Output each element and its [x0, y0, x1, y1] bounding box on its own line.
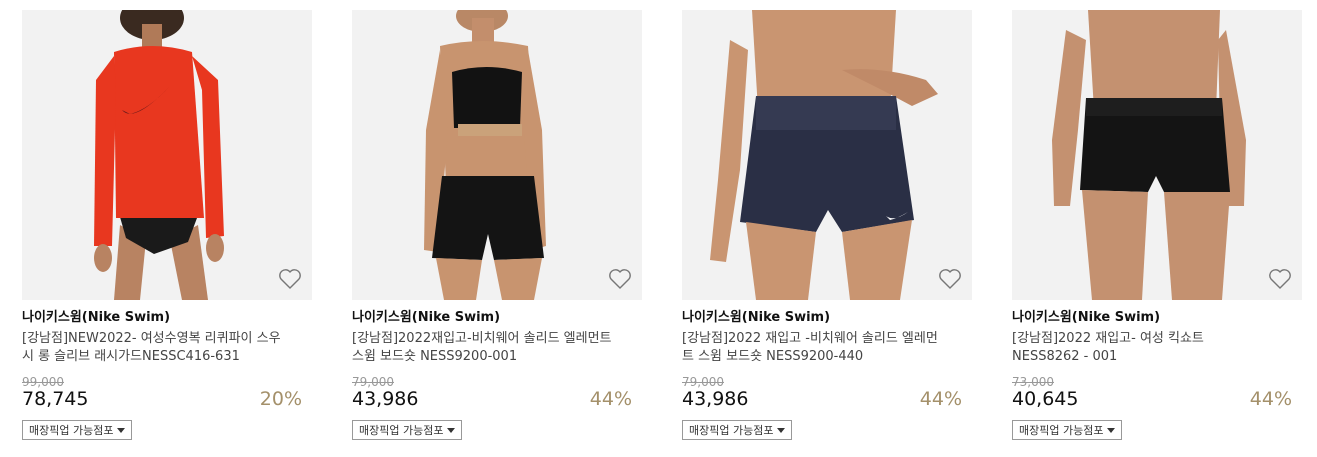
brand-name[interactable]: 나이키스윔(Nike Swim): [1012, 310, 1302, 326]
product-name[interactable]: [강남점]2022 재입고 -비치웨어 솔리드 엘레먼트 스윔 보드숏 NESS…: [682, 330, 942, 366]
store-pickup-dropdown[interactable]: 매장픽업 가능점포: [22, 420, 133, 440]
product-card[interactable]: 나이키스윔(Nike Swim) [강남점]2022 재입고 -비치웨어 솔리드…: [682, 10, 972, 440]
product-name[interactable]: [강남점]NEW2022- 여성수영복 리퀴파이 스우시 롱 슬리브 래시가드N…: [22, 330, 282, 366]
original-price: 79,000: [352, 375, 394, 389]
product-name[interactable]: [강남점]2022 재입고- 여성 킥쇼트 NESS8262 - 001: [1012, 330, 1272, 366]
heart-outline-icon[interactable]: [608, 268, 632, 290]
discount-rate: 44%: [1249, 388, 1292, 410]
model-red-rashguard-image: [22, 10, 312, 300]
brand-name[interactable]: 나이키스윔(Nike Swim): [22, 310, 312, 326]
heart-outline-icon[interactable]: [938, 268, 962, 290]
heart-outline-icon[interactable]: [278, 268, 302, 290]
model-black-board-shorts-image: [352, 10, 642, 300]
product-grid: 나이키스윔(Nike Swim) [강남점]NEW2022- 여성수영복 리퀴파…: [0, 0, 1317, 457]
product-image[interactable]: [352, 10, 642, 300]
price-block: 99,000 78,745 20%: [22, 376, 312, 410]
product-name[interactable]: [강남점]2022재입고-비치웨어 솔리드 엘레먼트 스윔 보드숏 NESS92…: [352, 330, 612, 366]
discount-rate: 20%: [259, 388, 302, 410]
caret-down-icon: [1107, 427, 1116, 433]
heart-outline-icon[interactable]: [1268, 268, 1292, 290]
product-image[interactable]: [1012, 10, 1302, 300]
brand-name[interactable]: 나이키스윔(Nike Swim): [682, 310, 972, 326]
product-card[interactable]: 나이키스윔(Nike Swim) [강남점]NEW2022- 여성수영복 리퀴파…: [22, 10, 312, 440]
caret-down-icon: [777, 427, 786, 433]
store-pickup-dropdown[interactable]: 매장픽업 가능점포: [682, 420, 793, 440]
model-black-kick-shorts-image: [1012, 10, 1302, 300]
discount-rate: 44%: [589, 388, 632, 410]
product-image[interactable]: [22, 10, 312, 300]
store-pickup-dropdown[interactable]: 매장픽업 가능점포: [1012, 420, 1123, 440]
original-price: 73,000: [1012, 375, 1054, 389]
price-block: 79,000 43,986 44%: [352, 376, 642, 410]
store-pickup-dropdown[interactable]: 매장픽업 가능점포: [352, 420, 463, 440]
price-block: 79,000 43,986 44%: [682, 376, 972, 410]
product-image[interactable]: [682, 10, 972, 300]
brand-name[interactable]: 나이키스윔(Nike Swim): [352, 310, 642, 326]
original-price: 79,000: [682, 375, 724, 389]
caret-down-icon: [447, 427, 456, 433]
product-card[interactable]: 나이키스윔(Nike Swim) [강남점]2022재입고-비치웨어 솔리드 엘…: [352, 10, 642, 440]
price-block: 73,000 40,645 44%: [1012, 376, 1302, 410]
product-card[interactable]: 나이키스윔(Nike Swim) [강남점]2022 재입고- 여성 킥쇼트 N…: [1012, 10, 1302, 440]
original-price: 99,000: [22, 375, 64, 389]
store-pickup-label: 매장픽업 가능점포: [29, 424, 114, 437]
store-pickup-label: 매장픽업 가능점포: [689, 424, 774, 437]
caret-down-icon: [117, 427, 126, 433]
model-navy-board-shorts-image: [682, 10, 972, 300]
store-pickup-label: 매장픽업 가능점포: [1019, 424, 1104, 437]
store-pickup-label: 매장픽업 가능점포: [359, 424, 444, 437]
discount-rate: 44%: [919, 388, 962, 410]
